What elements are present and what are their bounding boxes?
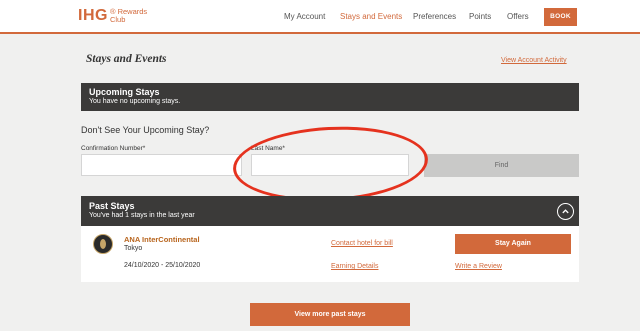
upcoming-stays-header: Upcoming Stays You have no upcoming stay…: [81, 83, 579, 111]
nav-stays-and-events[interactable]: Stays and Events: [340, 12, 402, 21]
top-header: IHG ® Rewards Club My Account Stays and …: [0, 0, 640, 34]
hotel-brand-icon: [93, 234, 113, 254]
chevron-up-icon: [562, 209, 569, 214]
ihg-logo[interactable]: IHG ® Rewards Club: [78, 7, 147, 25]
stay-again-button[interactable]: Stay Again: [455, 234, 571, 254]
past-stays-subtitle: You've had 1 stays in the last year: [89, 212, 195, 219]
write-review-link[interactable]: Write a Review: [455, 263, 502, 270]
confirmation-number-label: Confirmation Number*: [81, 145, 146, 152]
logo-subtext-line2: Club: [109, 15, 126, 24]
nav-points[interactable]: Points: [469, 12, 491, 21]
past-stays-header: Past Stays You've had 1 stays in the las…: [81, 196, 579, 226]
view-more-past-stays-button[interactable]: View more past stays: [250, 303, 410, 326]
logo-subtext: ® Rewards Club: [110, 8, 147, 24]
logo-text: IHG: [78, 7, 108, 24]
confirmation-number-input[interactable]: [81, 154, 242, 176]
past-stays-title: Past Stays: [89, 201, 135, 211]
nav-offers[interactable]: Offers: [507, 12, 529, 21]
red-circle-annotation: [231, 121, 430, 207]
earning-details-link[interactable]: Earning Details: [331, 263, 378, 270]
upcoming-stays-title: Upcoming Stays: [89, 87, 160, 97]
contact-hotel-link[interactable]: Contact hotel for bill: [331, 240, 393, 247]
hotel-city: Tokyo: [124, 245, 143, 252]
past-stay-card: ANA InterContinental Tokyo 24/10/2020 - …: [81, 226, 579, 282]
page-title: Stays and Events: [86, 53, 167, 65]
stay-dates: 24/10/2020 - 25/10/2020: [124, 262, 201, 269]
nav-preferences[interactable]: Preferences: [413, 12, 456, 21]
find-stay-question: Don't See Your Upcoming Stay?: [81, 125, 210, 135]
nav-my-account[interactable]: My Account: [284, 12, 325, 21]
collapse-past-stays-button[interactable]: [557, 203, 574, 220]
hotel-name: ANA InterContinental: [124, 235, 200, 244]
find-button[interactable]: Find: [424, 154, 579, 177]
book-button[interactable]: BOOK: [544, 8, 577, 26]
upcoming-stays-subtitle: You have no upcoming stays.: [89, 98, 181, 105]
view-account-activity-link[interactable]: View Account Activity: [501, 57, 567, 64]
